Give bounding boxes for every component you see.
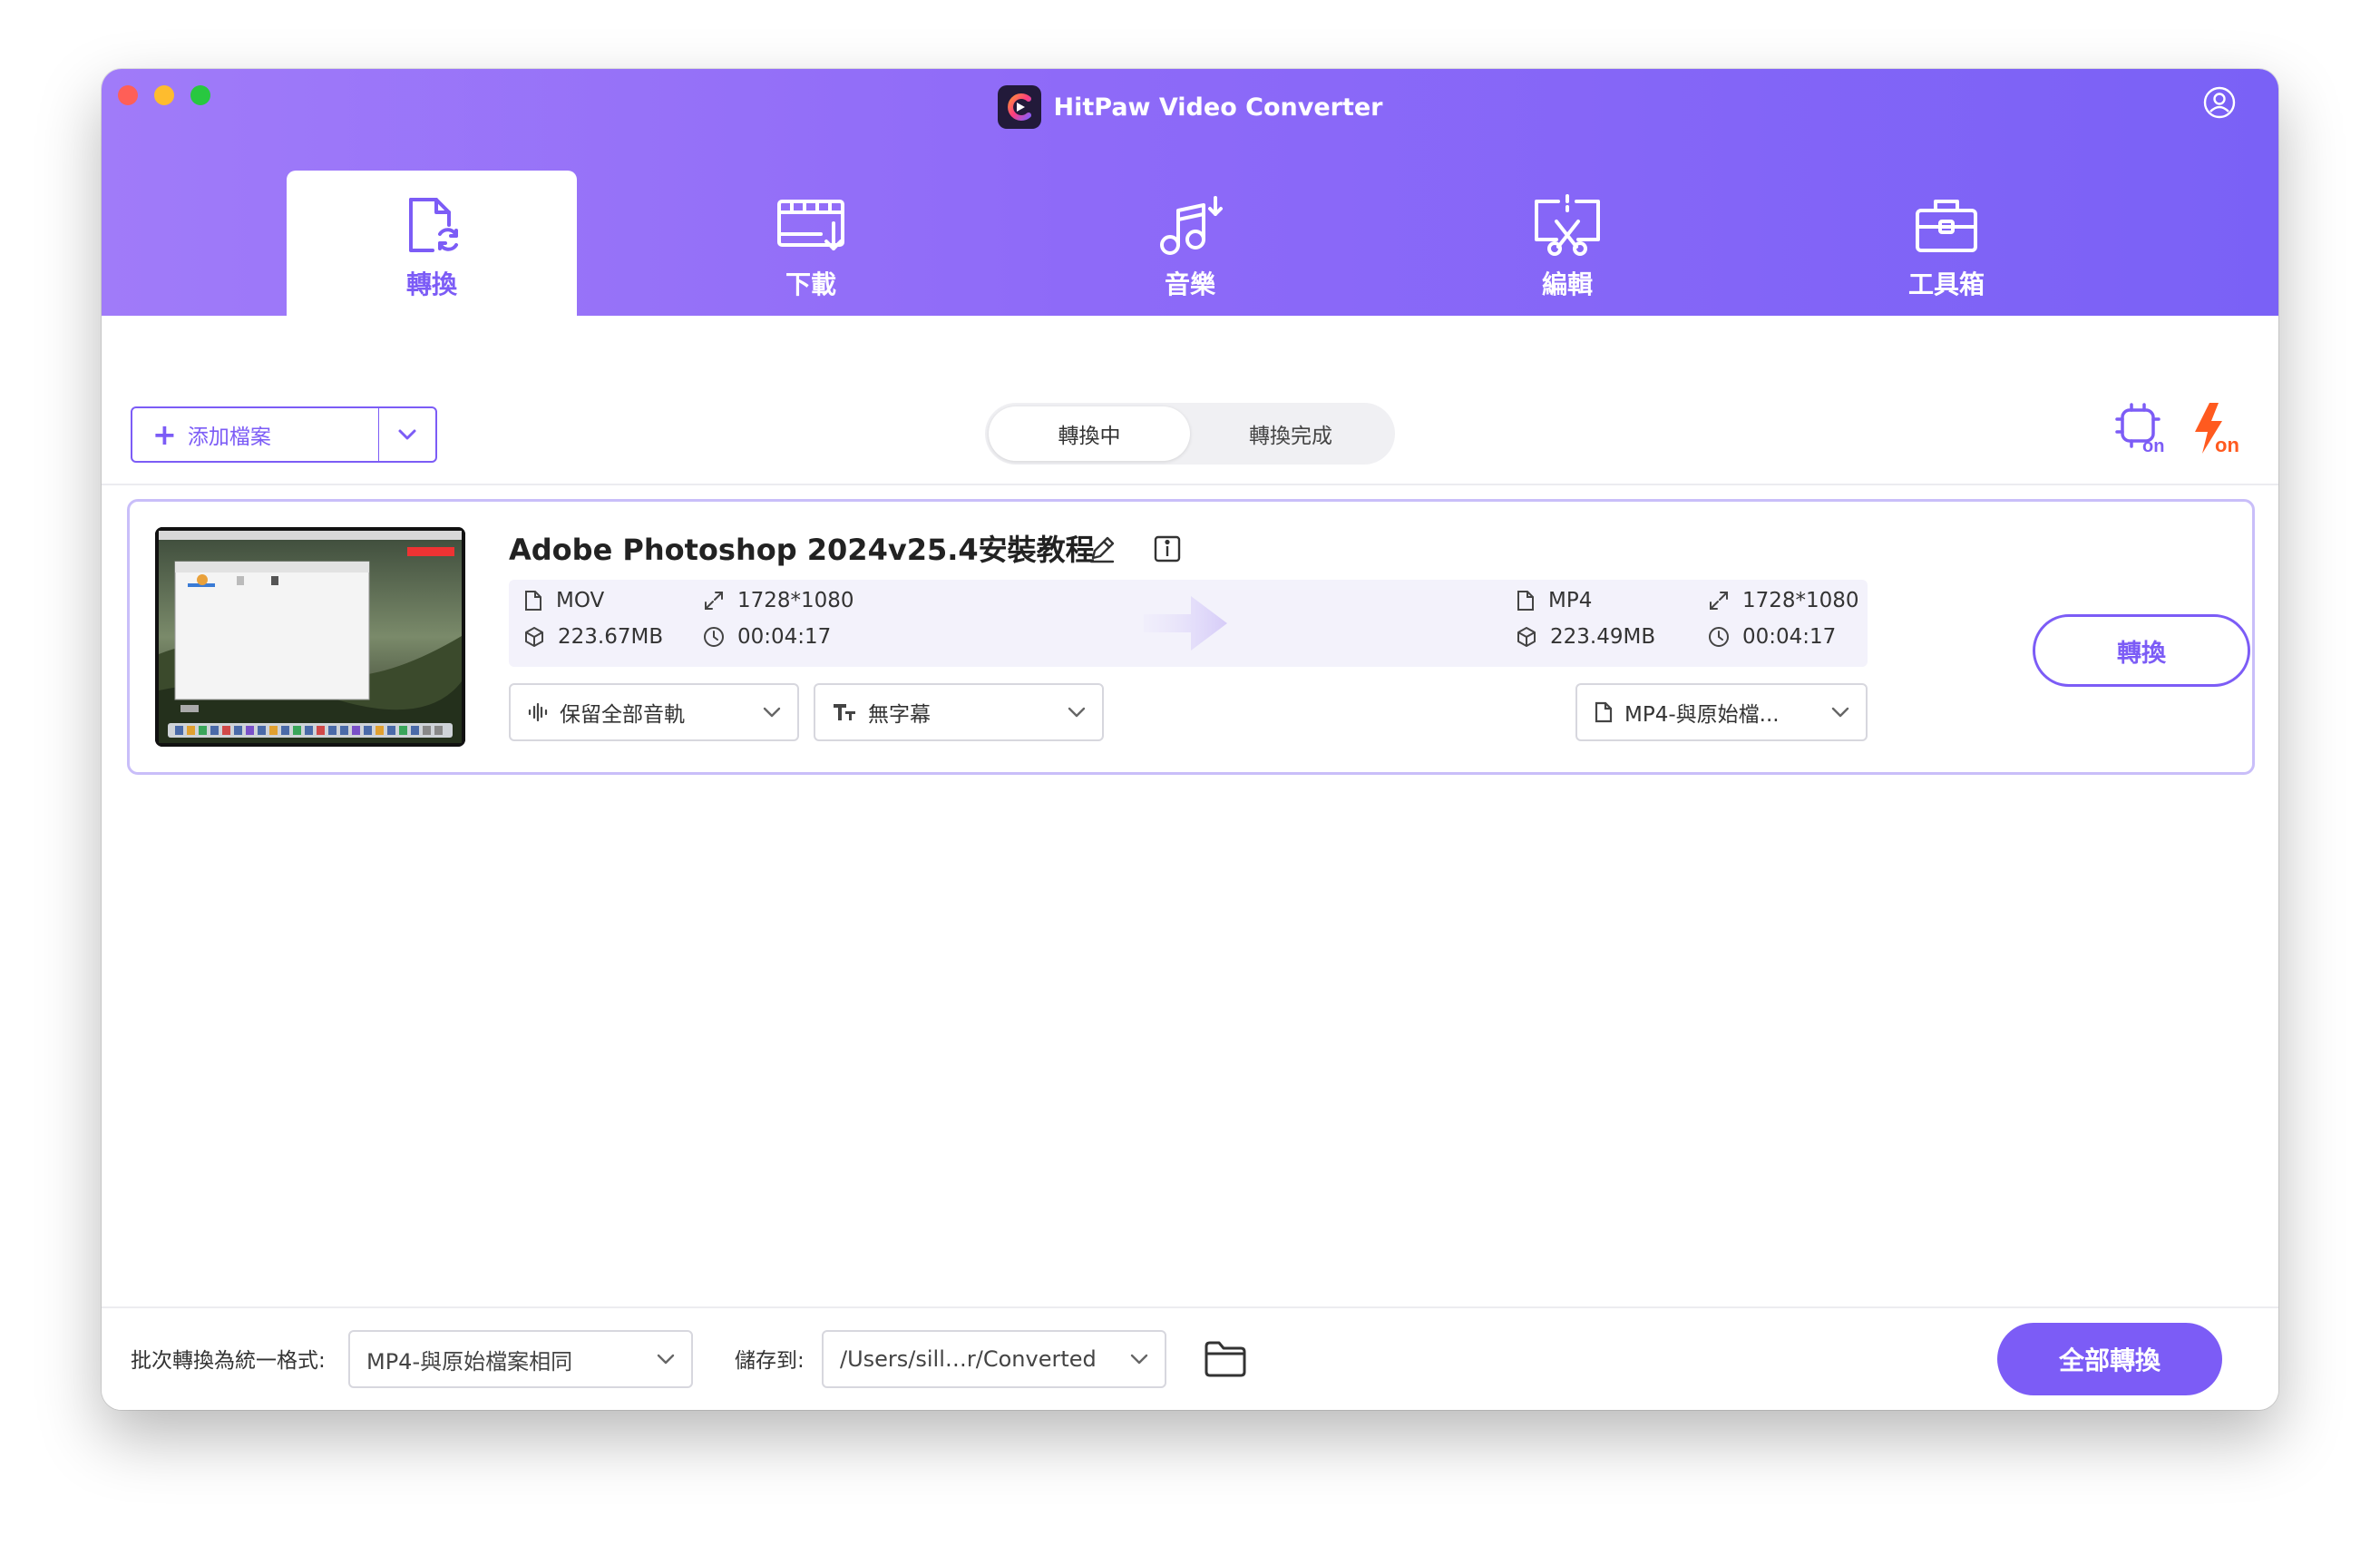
file-meta-panel: MOV 223.67MB 1728*1080 00:04:17 MP4 223.… bbox=[509, 580, 1868, 667]
text-size-icon bbox=[834, 704, 855, 720]
batch-format-label: 批次轉換為統一格式: bbox=[131, 1349, 326, 1373]
subtitle-dropdown[interactable]: 無字幕 bbox=[814, 683, 1104, 741]
source-size: 223.67MB bbox=[523, 625, 663, 649]
source-format: MOV bbox=[523, 589, 604, 612]
file-item-card[interactable]: Adobe Photoshop 2024v25.4安裝教程 MOV 223.67… bbox=[127, 499, 2255, 775]
batch-format-value: MP4-與原始檔案相同 bbox=[366, 1348, 573, 1375]
account-icon[interactable] bbox=[2202, 85, 2237, 120]
tab-music[interactable]: 音樂 bbox=[1045, 171, 1335, 316]
convert-all-button[interactable]: 全部轉換 bbox=[1997, 1323, 2222, 1395]
open-folder-icon[interactable] bbox=[1203, 1339, 1248, 1379]
tab-convert-label: 轉換 bbox=[405, 269, 457, 299]
video-thumbnail[interactable] bbox=[155, 527, 465, 747]
tab-converted[interactable]: 轉換完成 bbox=[1190, 406, 1391, 461]
add-files-label: 添加檔案 bbox=[187, 426, 271, 449]
target-duration-value: 00:04:17 bbox=[1742, 625, 1837, 649]
app-window: HitPaw Video Converter 轉換 下載 音樂 編輯 工具箱 +… bbox=[102, 69, 2278, 1410]
subtitle-value: 無字幕 bbox=[868, 703, 931, 727]
target-resolution-value: 1728*1080 bbox=[1742, 589, 1859, 612]
chip-icon: on bbox=[2115, 403, 2164, 456]
chevron-down-icon bbox=[657, 1354, 675, 1365]
source-duration: 00:04:17 bbox=[703, 625, 831, 649]
resize-icon bbox=[705, 592, 723, 610]
convert-file-icon bbox=[409, 198, 458, 252]
info-icon[interactable] bbox=[1151, 533, 1184, 565]
chevron-down-icon bbox=[1130, 1354, 1148, 1365]
add-files-button[interactable]: + 添加檔案 bbox=[131, 406, 437, 463]
tab-edit-label: 編輯 bbox=[1541, 269, 1593, 299]
clock-icon bbox=[1709, 627, 1729, 647]
add-files-dropdown[interactable] bbox=[379, 408, 435, 461]
app-logo-icon bbox=[997, 85, 1041, 129]
save-to-label: 儲存到: bbox=[735, 1349, 805, 1373]
source-format-value: MOV bbox=[556, 589, 605, 612]
convert-button[interactable]: 轉換 bbox=[2033, 614, 2250, 687]
audio-wave-icon bbox=[528, 702, 548, 722]
batch-format-dropdown[interactable]: MP4-與原始檔案相同 bbox=[348, 1330, 693, 1388]
plus-icon: + bbox=[152, 417, 177, 452]
app-title-group: HitPaw Video Converter bbox=[102, 85, 2278, 129]
target-format: MP4 bbox=[1516, 589, 1592, 612]
toolbar: + 添加檔案 轉換中 轉換完成 on on bbox=[102, 316, 2278, 484]
chevron-down-icon bbox=[1831, 707, 1849, 718]
tab-toolbox-label: 工具箱 bbox=[1907, 269, 1985, 299]
target-duration: 00:04:17 bbox=[1708, 625, 1836, 649]
chevron-down-icon bbox=[398, 429, 416, 440]
add-files-main[interactable]: + 添加檔案 bbox=[132, 408, 378, 461]
file-icon bbox=[1595, 701, 1613, 723]
lightning-mode-toggle[interactable]: on bbox=[2190, 401, 2248, 456]
lightning-badge: on bbox=[2215, 434, 2239, 455]
audio-track-dropdown[interactable]: 保留全部音軌 bbox=[509, 683, 799, 741]
save-path-value: /Users/sill…r/Converted bbox=[840, 1346, 1097, 1372]
output-format-value: MP4-與原始檔... bbox=[1624, 703, 1780, 727]
target-resolution: 1728*1080 bbox=[1708, 589, 1859, 612]
source-resolution: 1728*1080 bbox=[703, 589, 854, 612]
tab-download-label: 下載 bbox=[785, 269, 836, 299]
status-segmented-control: 轉換中 轉換完成 bbox=[985, 403, 1395, 465]
box-icon bbox=[1517, 627, 1536, 647]
convert-arrow-icon bbox=[1144, 596, 1227, 651]
lightning-icon: on bbox=[2195, 403, 2239, 456]
save-path-dropdown[interactable]: /Users/sill…r/Converted bbox=[822, 1330, 1166, 1388]
chevron-down-icon bbox=[763, 707, 781, 718]
tab-convert[interactable]: 轉換 bbox=[287, 171, 577, 316]
tab-converting[interactable]: 轉換中 bbox=[989, 406, 1190, 461]
tab-toolbox[interactable]: 工具箱 bbox=[1801, 171, 2092, 316]
rename-pencil-icon[interactable] bbox=[1086, 533, 1118, 565]
output-format-dropdown[interactable]: MP4-與原始檔... bbox=[1575, 683, 1868, 741]
audio-track-value: 保留全部音軌 bbox=[560, 703, 685, 727]
target-format-value: MP4 bbox=[1548, 589, 1593, 612]
file-icon bbox=[1517, 591, 1534, 611]
tab-music-label: 音樂 bbox=[1164, 269, 1215, 299]
footer-bar: 批次轉換為統一格式: MP4-與原始檔案相同 儲存到: /Users/sill…… bbox=[102, 1306, 2278, 1410]
tab-edit[interactable]: 編輯 bbox=[1422, 171, 1712, 316]
download-film-icon bbox=[777, 200, 844, 250]
target-size: 223.49MB bbox=[1516, 625, 1655, 649]
file-title: Adobe Photoshop 2024v25.4安裝教程 bbox=[509, 533, 1095, 567]
toolbar-divider bbox=[102, 484, 2278, 485]
edit-scissors-icon bbox=[1535, 194, 1600, 256]
hardware-acceleration-toggle[interactable]: on bbox=[2113, 401, 2168, 456]
header-bar: HitPaw Video Converter 轉換 下載 音樂 編輯 工具箱 bbox=[102, 69, 2278, 316]
box-icon bbox=[525, 627, 543, 647]
clock-icon bbox=[704, 627, 724, 647]
source-size-value: 223.67MB bbox=[558, 625, 664, 649]
hw-accel-badge: on bbox=[2142, 436, 2164, 455]
resize-icon bbox=[1710, 592, 1728, 610]
chevron-down-icon bbox=[1068, 707, 1086, 718]
toolbox-icon bbox=[1916, 200, 1977, 252]
target-size-value: 223.49MB bbox=[1550, 625, 1656, 649]
source-resolution-value: 1728*1080 bbox=[737, 589, 854, 612]
app-title: HitPaw Video Converter bbox=[1053, 93, 1383, 122]
music-note-icon bbox=[1160, 196, 1223, 255]
source-duration-value: 00:04:17 bbox=[737, 625, 832, 649]
tab-download[interactable]: 下載 bbox=[666, 171, 956, 316]
file-icon bbox=[525, 591, 541, 611]
